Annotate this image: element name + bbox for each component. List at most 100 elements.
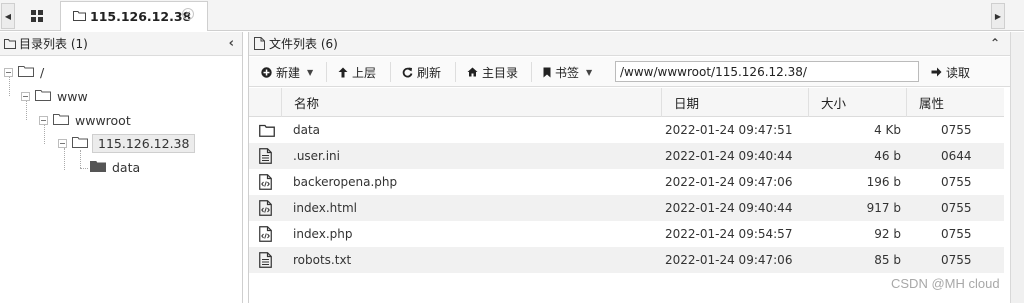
file-size: 917 b — [866, 201, 901, 215]
folder-icon — [259, 117, 275, 143]
file-list-panel: 文件列表 (6) ⌃ 新建 ▼ 上层 刷新 主目录 书签 ▼ /www/wwwr… — [248, 32, 1011, 303]
tree-node-label-selected: 115.126.12.38 — [92, 133, 196, 153]
home-icon — [467, 67, 478, 77]
code-file-icon — [259, 195, 272, 221]
directory-panel: 目录列表 (1) ‹ / www wwwroot 115.126.12.38 d… — [0, 32, 243, 303]
file-name: backeropena.php — [293, 175, 398, 189]
vertical-scrollbar[interactable] — [1010, 32, 1024, 303]
chevron-up-icon[interactable]: ⌃ — [990, 36, 1000, 50]
column-header-name[interactable]: 名称 — [281, 88, 661, 117]
table-header: 名称 日期 大小 属性 — [249, 88, 1004, 117]
file-list-header: 文件列表 (6) ⌃ — [249, 32, 1010, 56]
tree-node-label: wwwroot — [75, 112, 131, 128]
bookmark-label: 书签 — [555, 65, 580, 80]
tab-bar: ◀ 115.126.12.38 ✕ ▶ — [0, 0, 1024, 31]
tree-node-data[interactable]: data — [90, 157, 140, 177]
column-header-size[interactable]: 大小 — [808, 88, 906, 117]
collapse-toggle-icon[interactable] — [4, 67, 13, 77]
tree-node-label: data — [112, 159, 141, 175]
refresh-button[interactable]: 刷新 — [402, 61, 441, 83]
collapse-toggle-icon[interactable] — [39, 115, 48, 125]
table-row[interactable]: robots.txt 2022-01-24 09:47:06 85 b 0755 — [249, 247, 1004, 273]
caret-down-icon: ▼ — [586, 67, 593, 77]
folder-open-icon — [53, 113, 69, 128]
file-attr: 0644 — [941, 149, 972, 163]
new-label: 新建 — [276, 65, 301, 80]
caret-down-icon: ▼ — [307, 67, 314, 77]
table-row[interactable]: index.html 2022-01-24 09:40:44 917 b 075… — [249, 195, 1004, 221]
path-input[interactable] — [615, 61, 919, 82]
column-header-attr[interactable]: 属性 — [906, 88, 1004, 117]
close-icon[interactable]: ✕ — [182, 8, 194, 20]
file-size: 4 Kb — [874, 123, 901, 137]
watermark: CSDN @MH cloud — [891, 276, 1000, 291]
bookmark-icon — [543, 67, 551, 78]
home-button[interactable]: 主目录 — [467, 61, 518, 83]
file-attr: 0755 — [941, 227, 972, 241]
file-name: data — [293, 123, 321, 137]
collapse-left-icon[interactable]: ‹ — [229, 36, 234, 51]
table-row[interactable]: backeropena.php 2022-01-24 09:47:06 196 … — [249, 169, 1004, 195]
collapse-toggle-icon[interactable] — [58, 138, 67, 148]
folder-open-icon — [72, 136, 88, 151]
read-button[interactable]: 读取 — [931, 61, 970, 83]
column-name-label: 名称 — [294, 96, 320, 111]
folder-icon — [73, 9, 86, 24]
arrow-right-icon — [931, 67, 942, 77]
file-size: 46 b — [874, 149, 901, 163]
bookmark-button[interactable]: 书签 ▼ — [543, 61, 592, 83]
new-button[interactable]: 新建 ▼ — [261, 61, 313, 83]
tree-node-115-126-12-38[interactable]: 115.126.12.38 — [58, 133, 196, 153]
directory-panel-header: 目录列表 (1) ‹ — [0, 32, 242, 56]
grid-icon[interactable] — [20, 2, 54, 29]
caret-left-icon[interactable]: ◀ — [1, 3, 15, 29]
file-date: 2022-01-24 09:54:57 — [665, 227, 793, 241]
table-row[interactable]: data 2022-01-24 09:47:51 4 Kb 0755 — [249, 117, 1004, 143]
file-date: 2022-01-24 09:47:51 — [665, 123, 793, 137]
file-attr: 0755 — [941, 201, 972, 215]
file-date: 2022-01-24 09:47:06 — [665, 253, 793, 267]
table-row[interactable]: index.php 2022-01-24 09:54:57 92 b 0755 — [249, 221, 1004, 247]
column-header-date[interactable]: 日期 — [661, 88, 808, 117]
tree-node-www[interactable]: www — [21, 86, 88, 106]
file-date: 2022-01-24 09:40:44 — [665, 201, 793, 215]
up-button[interactable]: 上层 — [338, 61, 376, 83]
code-file-icon — [259, 221, 272, 247]
toolbar-divider — [455, 62, 456, 82]
toolbar-divider — [390, 62, 391, 82]
refresh-label: 刷新 — [417, 65, 442, 80]
directory-panel-title: 目录列表 (1) — [19, 37, 88, 51]
file-size: 92 b — [874, 227, 901, 241]
file-name: .user.ini — [293, 149, 340, 163]
file-name: robots.txt — [293, 253, 352, 267]
table-row[interactable]: .user.ini 2022-01-24 09:40:44 46 b 0644 — [249, 143, 1004, 169]
file-date: 2022-01-24 09:40:44 — [665, 149, 793, 163]
file-attr: 0755 — [941, 123, 972, 137]
toolbar-divider — [531, 62, 532, 82]
tree-connector — [80, 168, 88, 169]
tree-node-wwwroot[interactable]: wwwroot — [39, 110, 131, 130]
text-file-icon — [259, 143, 272, 169]
folder-filled-icon — [90, 160, 106, 175]
read-label: 读取 — [946, 65, 971, 80]
refresh-icon — [402, 67, 413, 78]
file-attr: 0755 — [941, 253, 972, 267]
caret-right-icon[interactable]: ▶ — [991, 3, 1005, 29]
column-size-label: 大小 — [821, 96, 847, 111]
arrow-up-icon — [338, 67, 348, 78]
folder-open-icon — [35, 89, 51, 104]
file-date: 2022-01-24 09:47:06 — [665, 175, 793, 189]
home-label: 主目录 — [482, 65, 519, 80]
tab-label: 115.126.12.38 — [90, 9, 192, 24]
column-attr-label: 属性 — [919, 96, 945, 111]
collapse-toggle-icon[interactable] — [21, 91, 30, 101]
file-size: 85 b — [874, 253, 901, 267]
folder-icon — [4, 38, 16, 49]
tree-node-root[interactable]: / — [4, 62, 44, 82]
file-toolbar: 新建 ▼ 上层 刷新 主目录 书签 ▼ /www/wwwroot/115.126… — [249, 57, 1011, 87]
text-file-icon — [259, 247, 272, 273]
folder-open-icon — [18, 65, 34, 80]
plus-circle-icon — [261, 66, 272, 78]
file-table: 名称 日期 大小 属性 data 2022-01-24 09:47:51 4 K… — [249, 88, 1004, 273]
file-size: 196 b — [866, 175, 901, 189]
